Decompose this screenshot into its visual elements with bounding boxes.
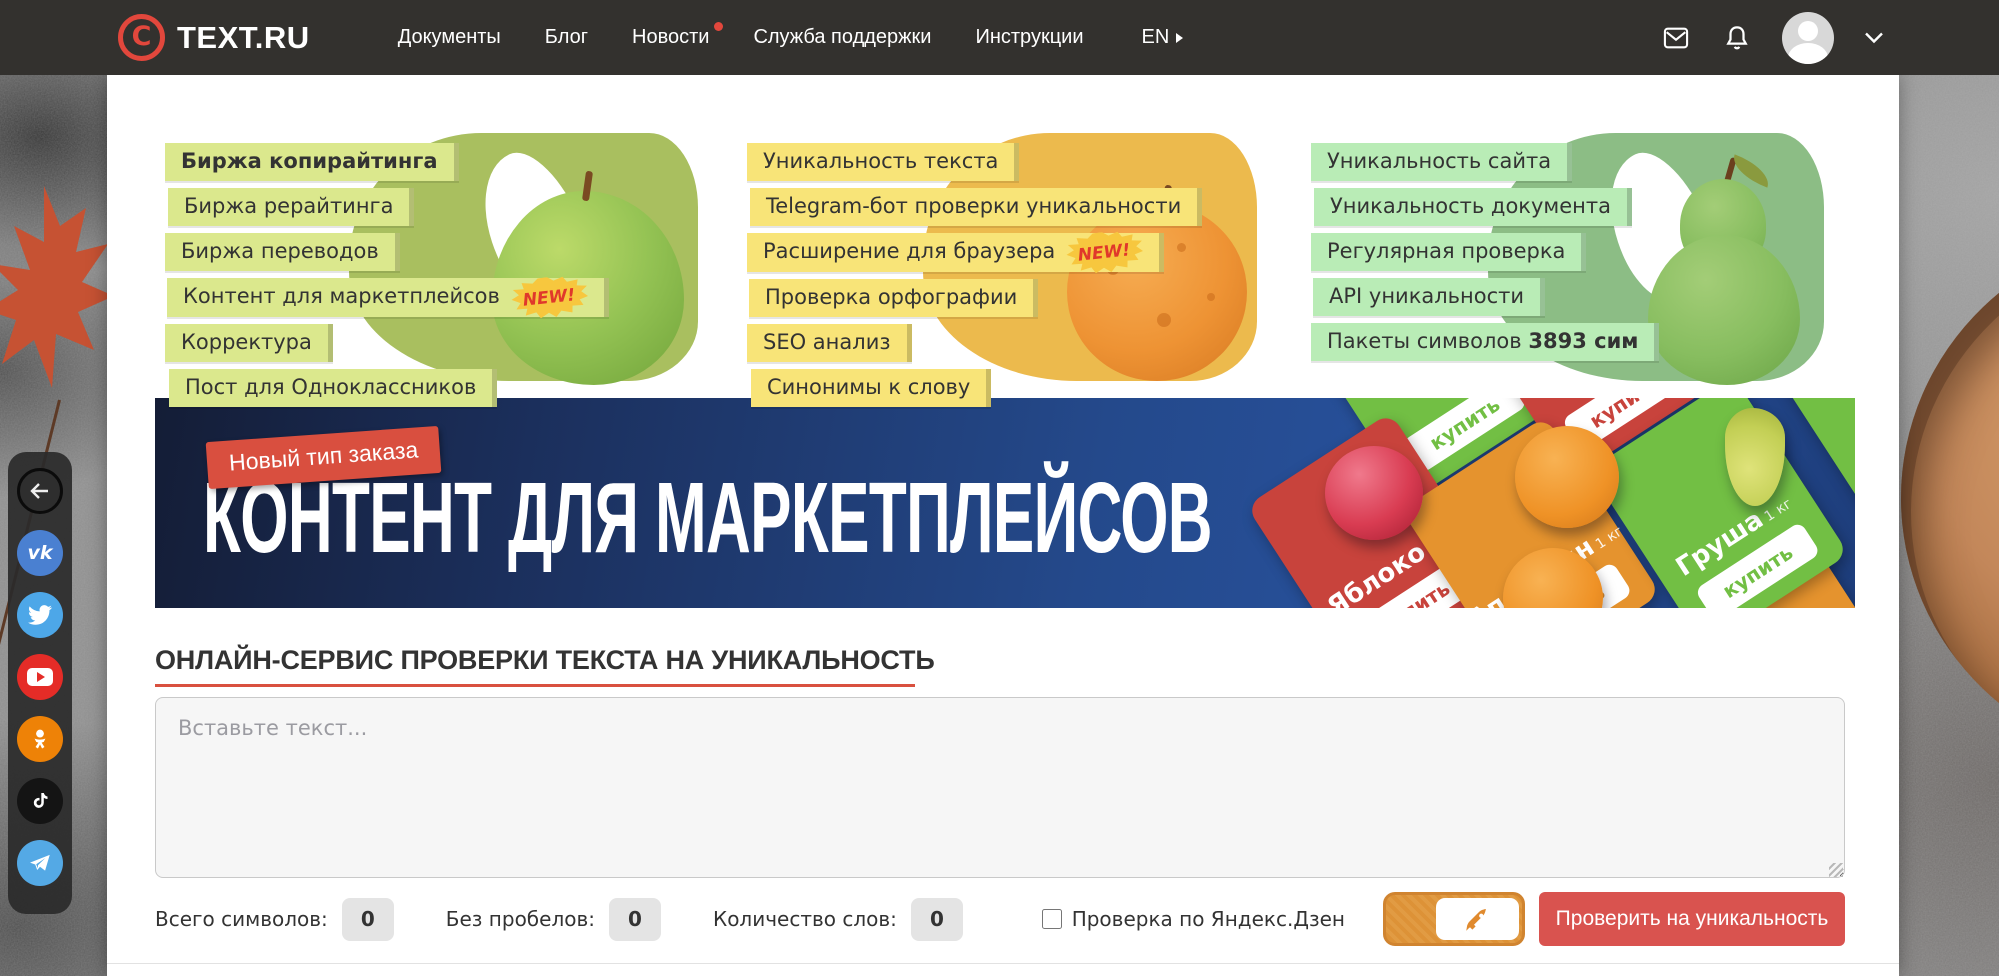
- logo-text: TEXT.RU: [177, 20, 310, 56]
- notification-dot: [714, 22, 723, 31]
- marketplace-banner[interactable]: Новый тип заказа КОНТЕНТ ДЛЯ МАРКЕТПЛЕЙС…: [155, 398, 1855, 608]
- chevron-right-icon: [1176, 33, 1183, 43]
- zen-checkbox-label[interactable]: Проверка по Яндекс.Дзен: [1072, 907, 1345, 931]
- link-regular-check[interactable]: Регулярная проверка: [1311, 233, 1586, 271]
- arrow-left-icon: [28, 479, 52, 503]
- menu-item-news-label: Новости: [632, 26, 709, 48]
- link-browser-extension[interactable]: Расширение для браузераNEW!: [747, 233, 1164, 272]
- navbar-right: [1660, 12, 1884, 64]
- avatar[interactable]: [1782, 12, 1834, 64]
- language-switcher[interactable]: EN: [1142, 26, 1184, 49]
- link-telegram-bot[interactable]: Telegram-бот проверки уникальности: [750, 188, 1202, 226]
- stat-label: Без пробелов:: [446, 907, 595, 931]
- promo-card-site: Уникальность сайта Уникальность документ…: [1299, 133, 1824, 381]
- link-symbol-packages[interactable]: Пакеты символов 3893 сим: [1311, 323, 1659, 361]
- stats-row: Всего символов: 0 Без пробелов: 0 Количе…: [155, 890, 1845, 948]
- page-title: ОНЛАЙН-СЕРВИС ПРОВЕРКИ ТЕКСТА НА УНИКАЛЬ…: [155, 645, 935, 676]
- stat-value: 0: [342, 898, 394, 941]
- check-uniqueness-button[interactable]: Проверить на уникальность: [1539, 892, 1845, 946]
- link-spellcheck[interactable]: Проверка орфографии: [749, 279, 1038, 317]
- symbol-balance: 3893 сим: [1528, 329, 1638, 353]
- link-odnoklassniki-post[interactable]: Пост для Одноклассников: [169, 369, 497, 407]
- link-rewriting-exchange[interactable]: Биржа рерайтинга: [168, 188, 414, 226]
- link-copywriting-exchange[interactable]: Биржа копирайтинга: [165, 143, 459, 181]
- rocket-icon: [1463, 904, 1493, 934]
- stat-value: 0: [609, 898, 661, 941]
- link-label: Контент для маркетплейсов: [183, 284, 500, 308]
- link-api-uniqueness[interactable]: API уникальности: [1313, 278, 1545, 316]
- odnoklassniki-icon[interactable]: [17, 716, 63, 762]
- promo-card-exchange: Биржа копирайтинга Биржа рерайтинга Бирж…: [153, 133, 698, 381]
- logo-letter: C: [132, 23, 152, 50]
- zen-check-option: Проверка по Яндекс.Дзен: [1042, 907, 1345, 931]
- tiktok-icon[interactable]: [17, 778, 63, 824]
- main-menu: Документы Блог Новости Служба поддержки …: [398, 26, 1084, 49]
- bell-icon[interactable]: [1722, 23, 1752, 53]
- stat-value: 0: [911, 898, 963, 941]
- link-text-uniqueness[interactable]: Уникальность текста: [747, 143, 1019, 181]
- vk-icon[interactable]: vk: [17, 530, 63, 576]
- orange-photo: [1515, 426, 1619, 528]
- menu-item-support[interactable]: Служба поддержки: [753, 26, 931, 49]
- stat-no-spaces: Без пробелов: 0: [446, 898, 661, 941]
- text-input[interactable]: [155, 697, 1845, 878]
- promo-card-tools: Уникальность текста Telegram-бот проверк…: [735, 133, 1257, 381]
- avatar-body: [1788, 43, 1828, 64]
- link-translation-exchange[interactable]: Биржа переводов: [165, 233, 400, 271]
- fast-check-toggle[interactable]: [1383, 892, 1525, 946]
- product-weight: 1 кг: [1593, 523, 1626, 552]
- avatar-head: [1798, 21, 1818, 41]
- maple-leaf-photo: [0, 178, 116, 418]
- new-badge: NEW!: [508, 273, 590, 323]
- toggle-knob[interactable]: [1436, 898, 1519, 940]
- play-triangle-icon: [37, 672, 45, 682]
- link-synonyms[interactable]: Синонимы к слову: [751, 369, 991, 407]
- mail-icon[interactable]: [1660, 24, 1692, 52]
- stat-word-count: Количество слов: 0: [713, 898, 963, 941]
- logo-c-icon: C: [118, 14, 165, 61]
- section-divider: [107, 963, 1899, 964]
- zen-checkbox[interactable]: [1042, 909, 1062, 929]
- menu-item-instructions[interactable]: Инструкции: [975, 26, 1083, 49]
- link-document-uniqueness[interactable]: Уникальность документа: [1314, 188, 1632, 226]
- stat-label: Количество слов:: [713, 907, 897, 931]
- youtube-icon[interactable]: [17, 654, 63, 700]
- title-underline: [155, 684, 915, 687]
- menu-item-documents[interactable]: Документы: [398, 26, 501, 49]
- chevron-down-icon[interactable]: [1864, 31, 1884, 45]
- promo-links: Уникальность текста Telegram-бот проверк…: [735, 133, 1257, 407]
- link-site-uniqueness[interactable]: Уникальность сайта: [1311, 143, 1572, 181]
- link-seo-analysis[interactable]: SEO анализ: [747, 324, 912, 362]
- language-label: EN: [1142, 26, 1170, 49]
- social-sidebar: vk: [8, 452, 72, 914]
- promo-links: Биржа копирайтинга Биржа рерайтинга Бирж…: [153, 133, 698, 407]
- content-card: Биржа копирайтинга Биржа рерайтинга Бирж…: [107, 75, 1899, 976]
- link-label: Пакеты символов: [1327, 329, 1522, 353]
- youtube-play-box: [27, 668, 53, 686]
- coffee-mug-photo: [1901, 228, 1999, 768]
- link-label: Расширение для браузера: [763, 239, 1055, 263]
- stat-label: Всего символов:: [155, 907, 328, 931]
- page: C TEXT.RU Документы Блог Новости Служба …: [0, 0, 1999, 976]
- banner-title: КОНТЕНТ ДЛЯ МАРКЕТПЛЕЙСОВ: [203, 464, 1212, 572]
- stat-total-chars: Всего символов: 0: [155, 898, 394, 941]
- top-navbar: C TEXT.RU Документы Блог Новости Служба …: [0, 0, 1999, 75]
- site-logo[interactable]: C TEXT.RU: [118, 14, 310, 61]
- link-marketplace-content[interactable]: Контент для маркетплейсовNEW!: [167, 278, 609, 317]
- telegram-icon[interactable]: [17, 840, 63, 886]
- link-proofreading[interactable]: Корректура: [165, 324, 333, 362]
- apple-photo: [1325, 446, 1423, 540]
- collapse-sidebar-button[interactable]: [17, 468, 63, 514]
- promo-links: Уникальность сайта Уникальность документ…: [1299, 133, 1824, 361]
- new-badge: NEW!: [1063, 228, 1145, 278]
- menu-item-news[interactable]: Новости: [632, 26, 709, 49]
- twitter-icon[interactable]: [17, 592, 63, 638]
- menu-item-blog[interactable]: Блог: [545, 26, 588, 49]
